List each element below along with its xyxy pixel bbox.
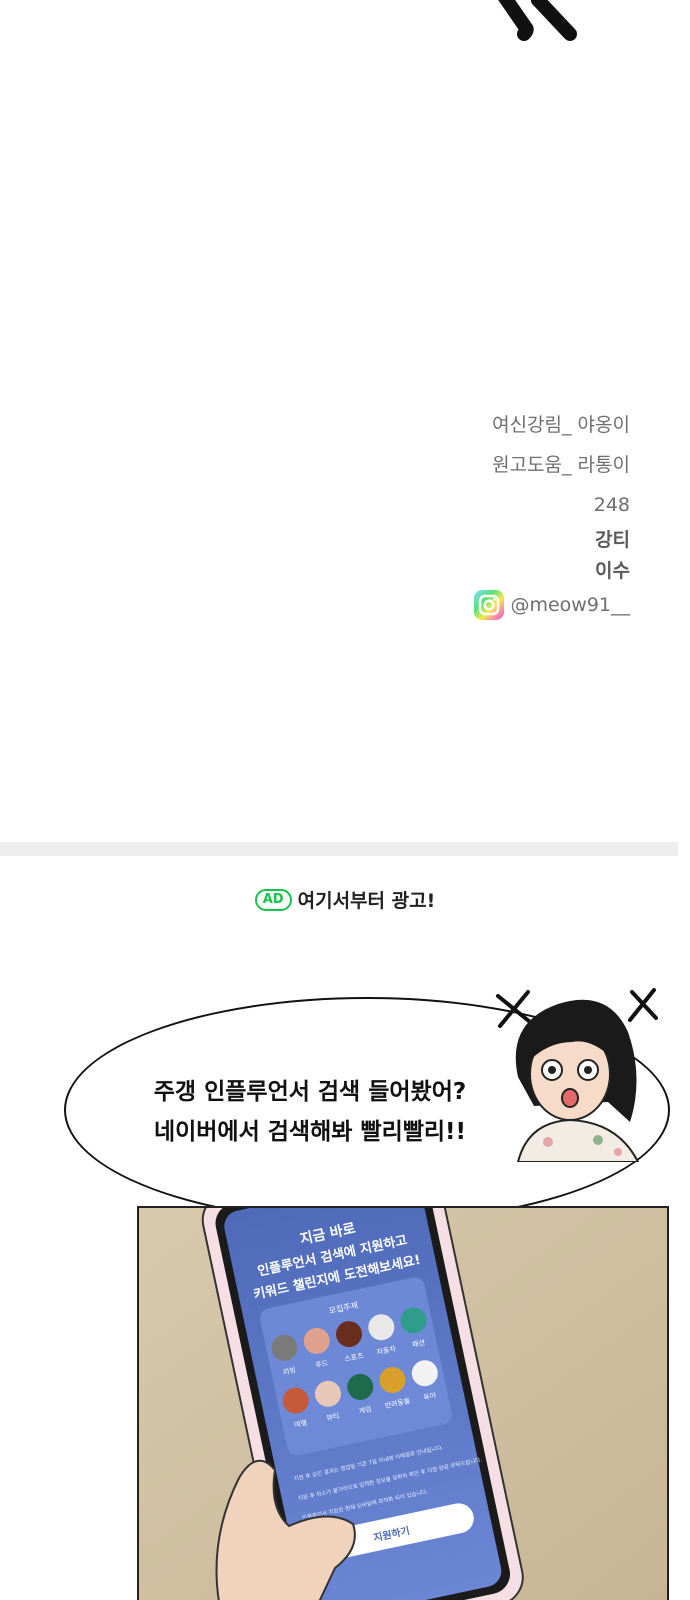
webtoon-viewer: 여신강림_ 야옹이 원고도움_ 라통이 248 강티 이수 @meow91__ … [0,0,690,1600]
episode-credits: 여신강림_ 야옹이 원고도움_ 라통이 248 강티 이수 @meow91__ [474,405,630,623]
speech-bubble-text: 주갱 인플루언서 검색 들어봤어? 네이버에서 검색해봐 빨리빨리!! [110,1072,510,1152]
ad-header-text: 여기서부터 광고! [297,890,436,912]
ad-photo-panel: 지금 바로 인플루언서 검색에 지원하고 키워드 챌린지에 도전해보세요! 모집… [137,1206,669,1600]
x-mark-drawing [498,0,577,41]
credit-name-2: 이수 [595,560,630,582]
phone-illustration: 지금 바로 인플루언서 검색에 지원하고 키워드 챌린지에 도전해보세요! 모집… [139,1208,667,1600]
character-illustration [496,988,658,1162]
credit-name-1: 강티 [595,529,630,551]
credit-number: 248 [593,494,630,516]
instagram-handle: @meow91__ [510,594,630,616]
credit-assistant: 원고도움_ 라통이 [492,454,630,476]
instagram-icon [474,590,505,620]
instagram-handle-row[interactable]: @meow91__ [474,587,630,623]
ad-header: AD 여기서부터 광고! [0,886,690,913]
credit-author: 여신강림_ 야옹이 [492,414,630,436]
bubble-line-2: 네이버에서 검색해봐 빨리빨리!! [153,1119,467,1145]
bubble-line-1: 주갱 인플루언서 검색 들어봤어? [153,1079,467,1105]
ad-badge: AD [254,888,292,911]
section-divider [0,842,678,856]
